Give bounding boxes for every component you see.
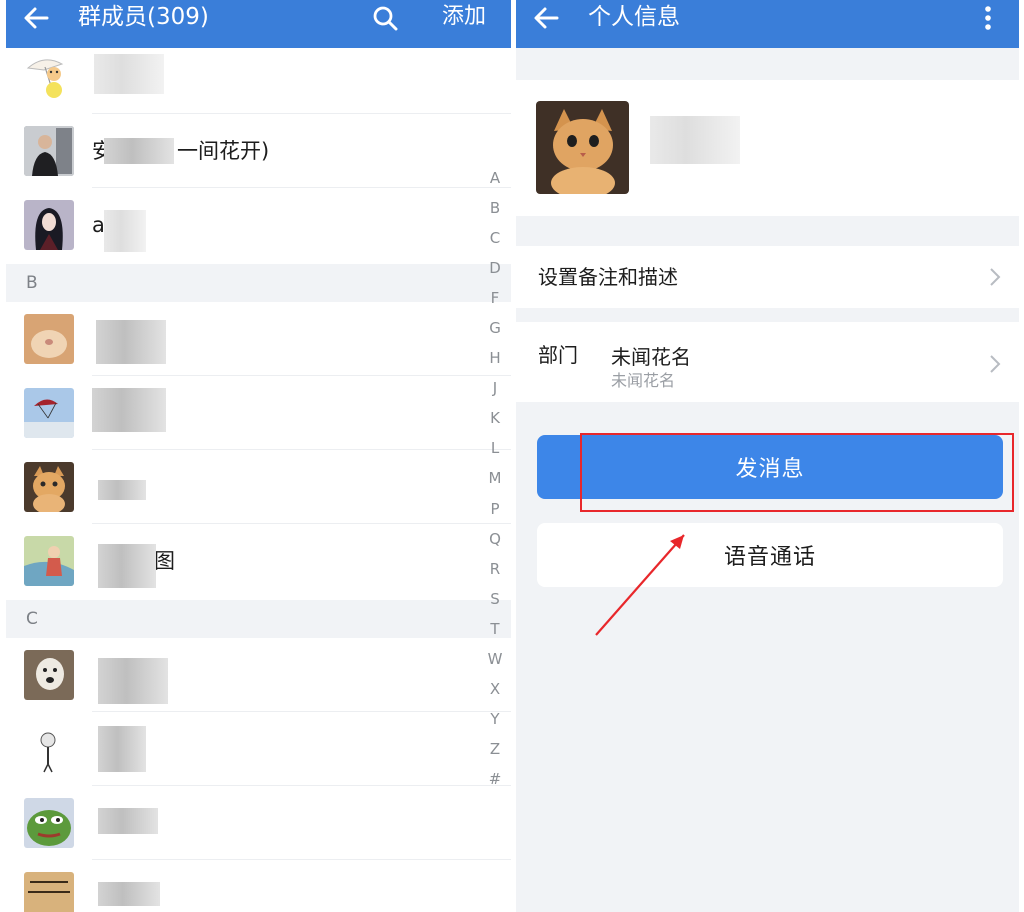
blurred-name	[98, 658, 168, 704]
more-options-icon[interactable]	[976, 4, 1000, 32]
profile-header: 个人信息	[516, 0, 1019, 48]
department-row[interactable]: 部门 未闻花名 未闻花名	[516, 322, 1019, 402]
index-letter[interactable]: M	[484, 463, 506, 493]
annotation-arrow-icon	[595, 534, 685, 636]
index-letter[interactable]: P	[484, 494, 506, 524]
index-letter[interactable]: A	[484, 163, 506, 193]
blurred-name	[104, 210, 146, 252]
orange-cat-profile-avatar[interactable]	[536, 101, 629, 194]
cat-face-closeup-avatar	[24, 314, 74, 364]
index-letter[interactable]: D	[484, 253, 506, 283]
painting-girl-avatar	[24, 536, 74, 586]
dog-avatar	[24, 650, 74, 700]
member-row[interactable]	[6, 638, 511, 712]
member-name: a	[92, 213, 105, 237]
index-letter[interactable]: H	[484, 343, 506, 373]
back-arrow-icon[interactable]	[20, 4, 52, 32]
paraglider-sky-avatar	[24, 388, 74, 438]
highlight-box	[580, 433, 1014, 512]
chevron-right-icon	[989, 267, 1001, 287]
member-row[interactable]	[6, 786, 511, 860]
members-header: 群成员(309) 添加	[6, 0, 511, 48]
section-header-b: B	[6, 264, 511, 302]
member-row[interactable]: 安一间花开)	[6, 114, 511, 188]
member-row[interactable]	[6, 712, 511, 786]
index-letter[interactable]: K	[484, 403, 506, 433]
index-letter[interactable]: C	[484, 223, 506, 253]
section-header-c: C	[6, 600, 511, 638]
blurred-name	[98, 726, 146, 772]
alphabet-index[interactable]: A B C D F G H J K L M P Q R S T W X Y Z #	[484, 163, 506, 794]
blurred-profile-name	[650, 116, 740, 164]
index-letter[interactable]: G	[484, 313, 506, 343]
profile-card[interactable]	[516, 80, 1019, 216]
search-icon[interactable]	[370, 4, 400, 32]
index-letter[interactable]: W	[484, 644, 506, 674]
anime-girl-avatar	[24, 200, 74, 250]
member-row[interactable]	[6, 376, 511, 450]
page-title: 群成员(309)	[78, 4, 209, 30]
member-row[interactable]	[6, 450, 511, 524]
index-letter[interactable]: L	[484, 433, 506, 463]
index-letter[interactable]: J	[484, 373, 506, 403]
index-letter[interactable]: B	[484, 193, 506, 223]
group-members-screen: 群成员(309) 添加 安 一间花开) a B 图 C A B C D F G …	[6, 0, 511, 912]
blurred-name	[98, 480, 146, 500]
member-row[interactable]: a	[6, 188, 511, 262]
page-title: 个人信息	[588, 4, 680, 30]
add-member-button[interactable]: 添加	[442, 2, 486, 32]
pepe-frog-avatar	[24, 798, 74, 848]
department-value: 未闻花名	[611, 345, 691, 369]
blurred-name	[96, 320, 166, 364]
member-row[interactable]	[6, 860, 511, 912]
index-letter[interactable]: T	[484, 614, 506, 644]
chevron-right-icon	[989, 354, 1001, 374]
index-letter[interactable]: Z	[484, 734, 506, 764]
blurred-name	[104, 138, 174, 164]
orange-cat-avatar	[24, 462, 74, 512]
department-subtitle: 未闻花名	[611, 371, 676, 390]
member-row[interactable]	[6, 302, 511, 376]
index-letter[interactable]: X	[484, 674, 506, 704]
tiger-avatar	[24, 872, 74, 912]
index-letter[interactable]: S	[484, 584, 506, 614]
index-letter[interactable]: Q	[484, 524, 506, 554]
sketch-figure-avatar	[24, 724, 74, 774]
index-letter[interactable]: #	[484, 764, 506, 794]
blurred-name	[98, 544, 156, 588]
member-row[interactable]	[6, 48, 511, 114]
blurred-name	[92, 388, 166, 432]
index-letter[interactable]: F	[484, 283, 506, 313]
back-arrow-icon[interactable]	[530, 4, 562, 32]
remark-setting-row[interactable]: 设置备注和描述	[516, 246, 1019, 308]
blurred-name	[94, 54, 164, 94]
parasol-cartoon-avatar	[24, 52, 74, 102]
index-letter[interactable]: R	[484, 554, 506, 584]
index-letter[interactable]: Y	[484, 704, 506, 734]
blurred-name	[98, 882, 160, 906]
blurred-name	[98, 808, 158, 834]
member-row[interactable]: 图	[6, 524, 511, 598]
man-selfie-avatar	[24, 126, 74, 176]
